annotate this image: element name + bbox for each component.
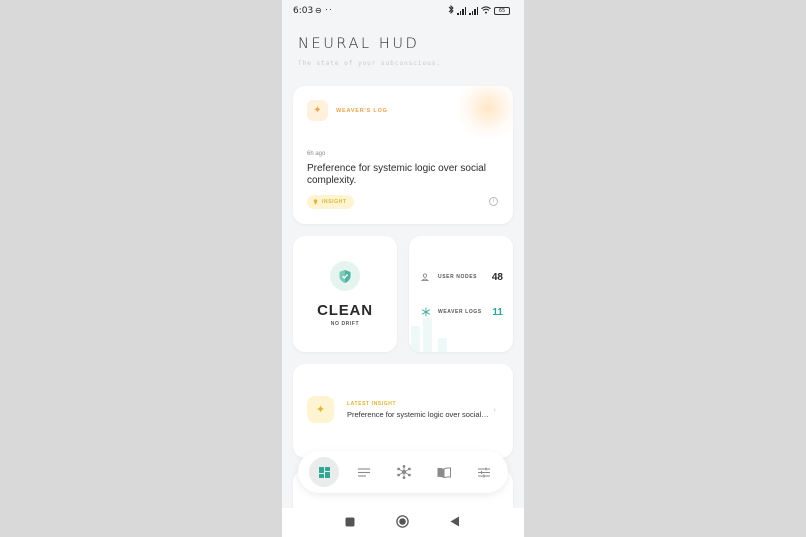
network-icon[interactable] (389, 457, 419, 487)
stats-card[interactable]: USER NODES 48 WEAVER LOGS 11 (409, 236, 513, 352)
latest-insight-label: LATEST INSIGHT (347, 401, 397, 407)
bluetooth-icon (448, 4, 454, 16)
shield-icon (330, 261, 360, 291)
weavers-log-card[interactable]: ✦ WEAVER'S LOG 6h ago Preference for sys… (293, 86, 513, 224)
user-nodes-value: 48 (491, 271, 503, 283)
status-bar: 6:03 ⊖ ·· 65 (282, 0, 524, 22)
signal-icon (469, 6, 478, 15)
sparkle-icon: ✦ (307, 396, 334, 423)
log-text: Preference for systemic logic over socia… (307, 163, 486, 186)
weavers-log-label: WEAVER'S LOG (336, 108, 388, 114)
home-icon[interactable] (396, 515, 409, 528)
do-not-disturb-icon: ⊖ (315, 6, 322, 15)
signal-icon (457, 6, 466, 15)
battery-icon: 65 (494, 6, 510, 15)
phone-screen: 6:03 ⊖ ·· 65 NEURAL HUD The state of you… (282, 0, 524, 537)
system-nav-bar (282, 508, 524, 537)
insight-badge: INSIGHT (307, 195, 355, 209)
lightbulb-icon (313, 199, 318, 205)
page-title: NEURAL HUD (298, 36, 420, 52)
weaver-logs-row: WEAVER LOGS 11 (421, 306, 503, 318)
dashboard-icon[interactable] (309, 457, 339, 487)
user-nodes-row: USER NODES 48 (421, 271, 503, 283)
weaver-logs-value: 11 (492, 306, 503, 318)
glow-decoration (453, 86, 513, 138)
chart-decoration-bar (438, 338, 447, 352)
insight-badge-label: INSIGHT (322, 199, 347, 205)
weaver-logs-label: WEAVER LOGS (438, 309, 482, 315)
chart-decoration-bar (423, 318, 432, 352)
latest-insight-card[interactable]: ✦ LATEST INSIGHT Preference for systemic… (293, 364, 513, 458)
book-icon[interactable] (429, 457, 459, 487)
sliders-icon[interactable] (469, 457, 499, 487)
chevron-right-icon: › (493, 405, 496, 414)
wifi-icon (481, 5, 491, 16)
sparkle-icon: ✦ (307, 100, 328, 121)
user-nodes-label: USER NODES (438, 274, 478, 280)
list-icon[interactable] (349, 457, 379, 487)
status-time: 6:03 (293, 6, 314, 16)
integrity-status-card[interactable]: CLEAN NO DRIFT (293, 236, 397, 352)
page-subtitle: The state of your subconscious. (298, 60, 441, 67)
status-subtext: NO DRIFT (330, 321, 360, 327)
bottom-nav (298, 451, 508, 493)
snowflake-icon (421, 307, 431, 317)
more-notifications-icon: ·· (325, 4, 333, 14)
user-icon (421, 273, 429, 281)
chart-decoration-bar (411, 326, 420, 352)
recents-icon[interactable] (345, 517, 355, 527)
status-value: CLEAN (317, 302, 373, 319)
latest-insight-text: Preference for systemic logic over socia… (347, 410, 489, 419)
back-icon[interactable] (450, 516, 460, 527)
info-icon[interactable]: i (489, 197, 498, 206)
log-timestamp: 6h ago (307, 151, 326, 157)
